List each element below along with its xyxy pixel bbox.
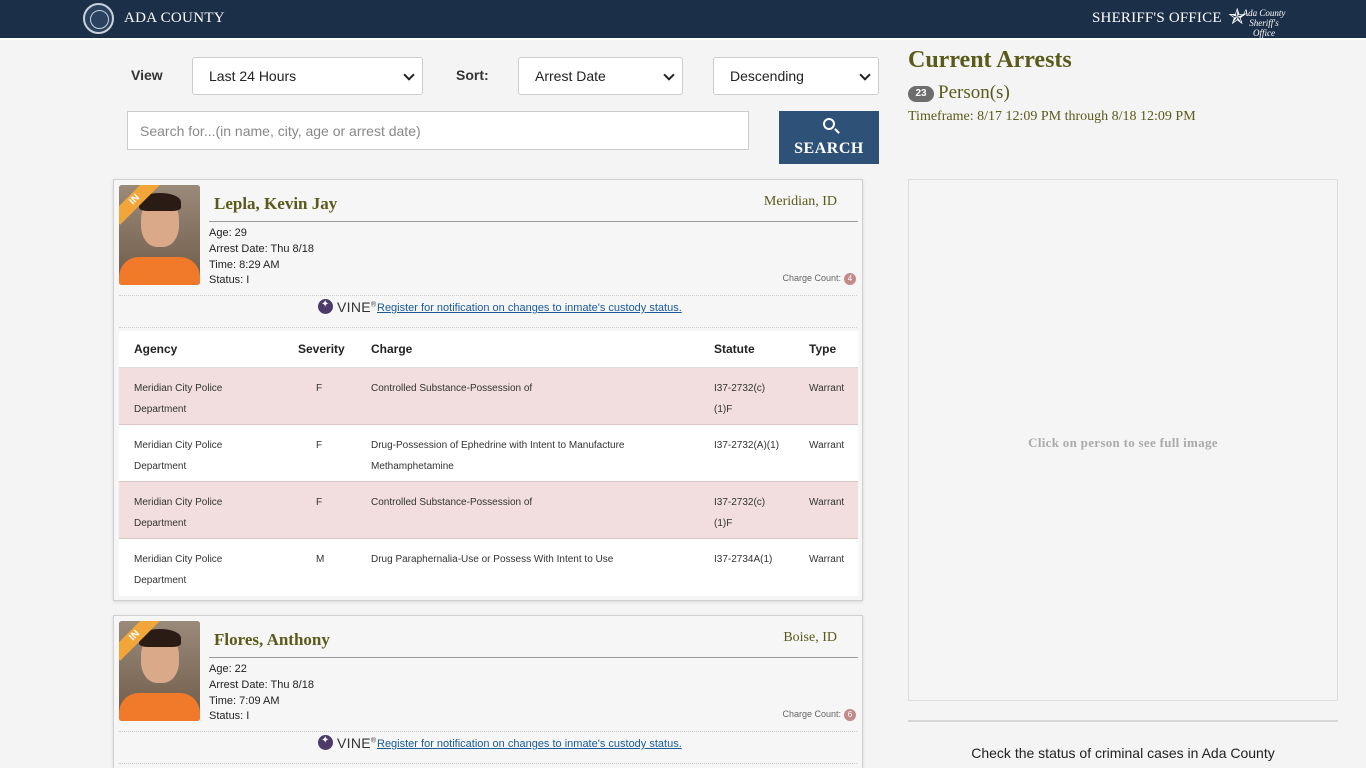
table-row: Meridian City Police Department F Contro…	[119, 368, 858, 425]
chevron-down-icon	[403, 69, 415, 81]
divider	[908, 720, 1338, 722]
column-statute: Statute	[714, 342, 755, 356]
cell-agency: Meridian City Police Department	[134, 383, 223, 415]
mugshot-photo[interactable]: IN	[119, 621, 200, 721]
vine-register-link[interactable]: Register for notification on changes to …	[377, 302, 682, 314]
cell-severity: F	[316, 383, 323, 394]
cell-severity: F	[316, 497, 323, 508]
cell-agency: Meridian City Police Department	[134, 497, 223, 529]
inmate-status: Status: I	[209, 274, 250, 286]
cell-type: Warrant	[809, 440, 845, 451]
inmate-city: Boise, ID	[783, 630, 837, 645]
cell-type: Warrant	[809, 497, 845, 508]
cell-type: Warrant	[809, 383, 845, 394]
preview-hint: Click on person to see full image	[1028, 435, 1218, 450]
inmate-arrest-date: Arrest Date: Thu 8/18	[209, 243, 314, 255]
page-title: Current Arrests	[908, 47, 1072, 73]
inmate-city: Meridian, ID	[763, 194, 837, 209]
sheriff-logo[interactable]: Ada County Sheriff's Office	[1240, 8, 1288, 38]
charge-count-label: Charge Count:	[782, 273, 841, 283]
table-row: Meridian City Police Department F Contro…	[119, 482, 858, 539]
charge-count-label: Charge Count:	[782, 709, 841, 719]
view-select-value: Last 24 Hours	[209, 68, 297, 84]
cell-charge: Controlled Substance-Possession of	[371, 497, 533, 508]
cell-charge: Drug Paraphernalia-Use or Possess With I…	[371, 554, 614, 565]
cell-statute: I37-2732(A)(1)	[714, 440, 780, 451]
inmate-card[interactable]: IN Lepla, Kevin Jay Meridian, ID Age: 29…	[113, 179, 863, 601]
cell-agency: Meridian City Police Department	[134, 554, 223, 586]
search-icon	[823, 118, 835, 130]
table-row: Meridian City Police Department F Drug-P…	[119, 425, 858, 482]
cell-severity: F	[316, 440, 323, 451]
search-input[interactable]: Search for...(in name, city, age or arre…	[127, 111, 749, 150]
mugshot-photo[interactable]: IN	[119, 185, 200, 285]
vine-logo-icon	[318, 735, 333, 750]
vine-register-link[interactable]: Register for notification on changes to …	[377, 738, 682, 750]
cell-agency: Meridian City Police Department	[134, 440, 223, 472]
chevron-down-icon	[859, 69, 871, 81]
cell-statute: I37-2732(c)(1)F	[714, 497, 766, 529]
view-select[interactable]: Last 24 Hours	[192, 57, 423, 95]
order-select-value: Descending	[730, 68, 804, 84]
view-label: View	[131, 67, 163, 83]
vine-logo-icon	[318, 299, 333, 314]
charge-count: Charge Count: 6	[782, 709, 856, 721]
search-button-label: SEARCH	[794, 140, 864, 157]
inmate-name[interactable]: Flores, Anthony	[214, 630, 330, 650]
column-agency: Agency	[134, 342, 178, 356]
charge-count-badge: 4	[844, 273, 856, 285]
chevron-down-icon	[663, 69, 675, 81]
person-count-badge: 23	[908, 86, 934, 102]
search-button[interactable]: SEARCH	[779, 111, 879, 164]
cell-charge: Drug-Possession of Ephedrine with Intent…	[371, 440, 625, 472]
table-row: Meridian City Police Department M Drug P…	[119, 539, 858, 596]
person-count-label: Person(s)	[938, 82, 1010, 103]
cell-charge: Controlled Substance-Possession of	[371, 383, 533, 394]
timeframe-text: Timeframe: 8/17 12:09 PM through 8/18 12…	[908, 109, 1196, 124]
search-placeholder: Search for...(in name, city, age or arre…	[140, 123, 421, 139]
inmate-age: Age: 22	[209, 663, 247, 675]
inmate-arrest-time: Time: 7:09 AM	[209, 695, 280, 707]
county-name[interactable]: ADA COUNTY	[124, 10, 225, 27]
charges-table: Agency Severity Charge Statute Type Meri…	[119, 331, 858, 596]
county-seal-icon[interactable]	[83, 3, 114, 34]
vine-brand: VINE®	[337, 299, 377, 315]
order-select[interactable]: Descending	[713, 57, 879, 95]
charge-count-badge: 6	[844, 709, 856, 721]
cell-type: Warrant	[809, 554, 845, 565]
charge-count: Charge Count: 4	[782, 273, 856, 285]
inmate-arrest-date: Arrest Date: Thu 8/18	[209, 679, 314, 691]
cell-severity: M	[316, 554, 325, 565]
top-bar: ADA COUNTY SHERIFF'S OFFICE ✯ Ada County…	[0, 0, 1366, 40]
inmate-arrest-time: Time: 8:29 AM	[209, 259, 280, 271]
vine-brand: VINE®	[337, 735, 377, 751]
column-type: Type	[809, 342, 837, 356]
sort-label: Sort:	[456, 67, 489, 83]
inmate-status: Status: I	[209, 710, 250, 722]
sort-select-value: Arrest Date	[535, 68, 606, 84]
divider	[209, 221, 858, 222]
cell-statute: I37-2732(c)(1)F	[714, 383, 766, 415]
vine-row: VINE® Register for notification on chang…	[119, 295, 857, 328]
inmate-age: Age: 29	[209, 227, 247, 239]
column-severity: Severity	[298, 342, 345, 356]
inmate-card[interactable]: IN Flores, Anthony Boise, ID Age: 22 Arr…	[113, 615, 863, 768]
sheriff-office-title[interactable]: SHERIFF'S OFFICE	[1092, 10, 1222, 27]
sort-select[interactable]: Arrest Date	[518, 57, 683, 95]
divider	[209, 657, 858, 658]
image-preview-panel: Click on person to see full image	[908, 179, 1338, 701]
table-header: Agency Severity Charge Statute Type	[119, 331, 858, 368]
inmate-name[interactable]: Lepla, Kevin Jay	[214, 194, 337, 214]
column-charge: Charge	[371, 342, 413, 356]
vine-row: VINE® Register for notification on chang…	[119, 731, 857, 764]
cell-statute: I37-2734A(1)	[714, 554, 773, 565]
case-status-link[interactable]: Check the status of criminal cases in Ad…	[908, 745, 1338, 761]
